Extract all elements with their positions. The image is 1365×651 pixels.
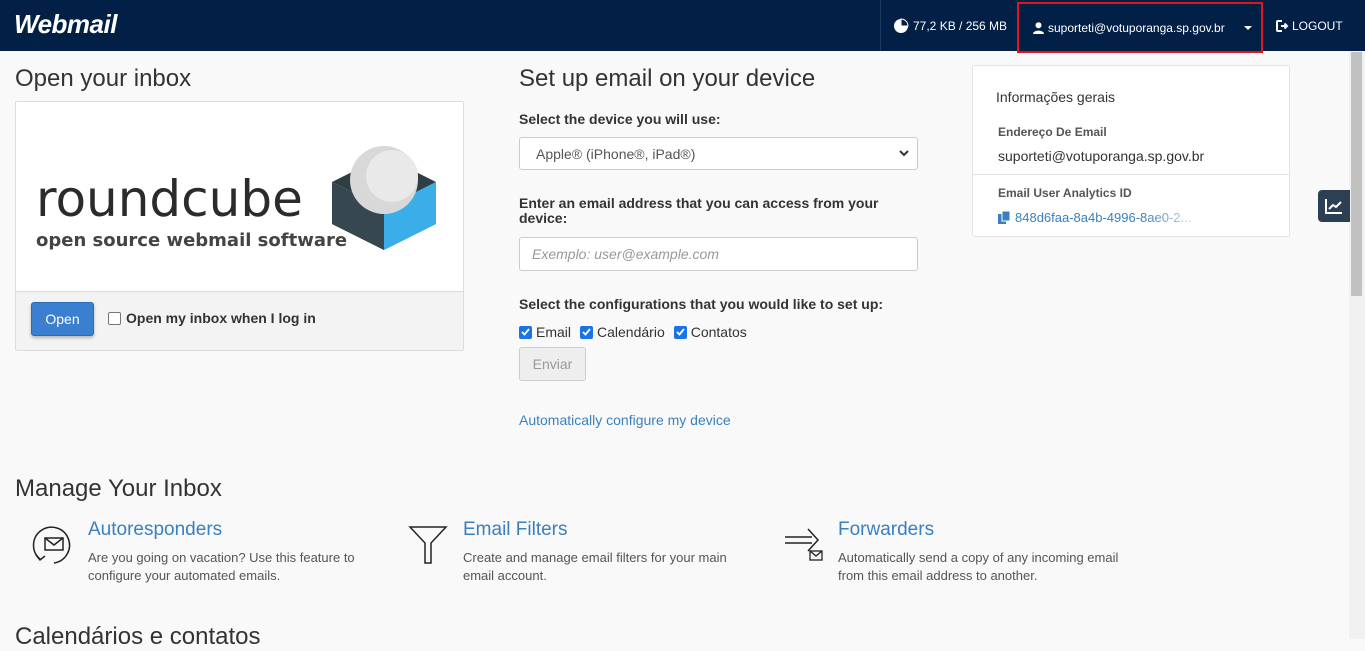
navbar-divider xyxy=(880,0,881,51)
quota-text: 77,2 KB / 256 MB xyxy=(913,18,1008,33)
autoresponders-link[interactable]: Autoresponders xyxy=(88,519,222,541)
info-card-title: Informações gerais xyxy=(996,89,1116,105)
auto-configure-link[interactable]: Automatically configure my device xyxy=(519,412,731,428)
user-menu-button[interactable]: suporteti@votuporanga.sp.gov.br xyxy=(1017,2,1263,53)
open-inbox-heading: Open your inbox xyxy=(15,65,192,92)
scrollbar-thumb[interactable] xyxy=(1351,52,1362,296)
checkmark-icon xyxy=(582,328,591,336)
config-contacts-checkbox[interactable] xyxy=(673,325,687,339)
logout-icon xyxy=(1276,19,1289,32)
analytics-button[interactable] xyxy=(1318,190,1350,222)
setup-heading: Set up email on your device xyxy=(519,65,816,92)
config-checkboxes: Email Calendário Contatos xyxy=(519,324,756,340)
roundcube-cube-icon xyxy=(332,146,436,250)
checkmark-icon xyxy=(521,328,530,336)
copy-icon xyxy=(998,210,1011,224)
chevron-down-icon xyxy=(899,150,909,157)
submit-button[interactable]: Enviar xyxy=(519,347,586,381)
webmail-logo[interactable]: Webmail xyxy=(14,9,117,40)
trend-chart-icon xyxy=(1325,199,1342,214)
logout-label: LOGOUT xyxy=(1292,18,1343,33)
config-calendar-checkbox[interactable] xyxy=(580,325,594,339)
chevron-down-icon xyxy=(1244,26,1252,30)
manage-inbox-heading: Manage Your Inbox xyxy=(15,475,222,502)
device-label: Select the device you will use: xyxy=(519,111,721,127)
email-address-label: Enter an email address that you can acce… xyxy=(519,195,879,226)
config-contacts-label: Contatos xyxy=(690,324,747,340)
forward-arrow-icon xyxy=(785,528,823,561)
quota-indicator[interactable]: 77,2 KB / 256 MB xyxy=(893,0,1007,51)
user-icon xyxy=(1033,21,1044,34)
roundcube-footer: Open Open my inbox when I log in xyxy=(16,291,463,350)
config-label: Select the configurations that you would… xyxy=(519,296,884,312)
top-navbar: Webmail 77,2 KB / 256 MB suporteti@votup… xyxy=(0,0,1365,53)
email-filters-description: Create and manage email filters for your… xyxy=(463,550,727,583)
autoresponder-icon xyxy=(32,526,71,564)
autoresponders-description: Are you going on vacation? Use this feat… xyxy=(88,550,355,583)
roundcube-wordmark: roundcube xyxy=(36,170,303,228)
config-email-label: Email xyxy=(536,324,572,340)
calendars-contacts-heading: Calendários e contatos xyxy=(15,623,261,650)
email-filters-link[interactable]: Email Filters xyxy=(463,519,568,541)
forwarders-link[interactable]: Forwarders xyxy=(838,519,934,541)
forwarders-description: Automatically send a copy of any incomin… xyxy=(838,550,1119,583)
logout-button[interactable]: LOGOUT xyxy=(1276,0,1343,51)
email-address-input[interactable] xyxy=(519,237,918,271)
open-on-login-option[interactable]: Open my inbox when I log in xyxy=(108,310,316,326)
config-email-checkbox[interactable] xyxy=(519,325,532,339)
email-address-value: suporteti@votuporanga.sp.gov.br xyxy=(998,148,1205,164)
device-select[interactable]: Apple® (iPhone®, iPad®) xyxy=(519,137,918,170)
analytics-id-fade xyxy=(1143,208,1213,228)
roundcube-tagline: open source webmail software xyxy=(36,230,348,251)
filter-icon xyxy=(408,526,448,564)
device-selected-value: Apple® (iPhone®, iPad®) xyxy=(536,145,696,162)
general-info-card: Informações gerais Endereço De Email sup… xyxy=(972,65,1290,237)
info-card-divider xyxy=(973,174,1289,175)
open-inbox-button[interactable]: Open xyxy=(31,302,94,336)
config-contacts-option[interactable]: Contatos xyxy=(673,324,747,340)
analytics-id-heading: Email User Analytics ID xyxy=(998,186,1132,200)
roundcube-logo[interactable]: roundcube open source webmail software xyxy=(16,102,463,291)
config-email-option[interactable]: Email xyxy=(519,324,571,340)
checkmark-icon xyxy=(676,328,685,336)
open-on-login-checkbox[interactable] xyxy=(108,311,121,325)
config-calendar-option[interactable]: Calendário xyxy=(580,324,665,340)
roundcube-panel: roundcube open source webmail software O… xyxy=(15,101,464,351)
pie-chart-icon xyxy=(894,17,909,33)
open-on-login-label: Open my inbox when I log in xyxy=(126,310,316,326)
user-email: suporteti@votuporanga.sp.gov.br xyxy=(1048,20,1225,35)
config-calendar-label: Calendário xyxy=(597,324,665,340)
email-address-heading: Endereço De Email xyxy=(998,125,1107,139)
